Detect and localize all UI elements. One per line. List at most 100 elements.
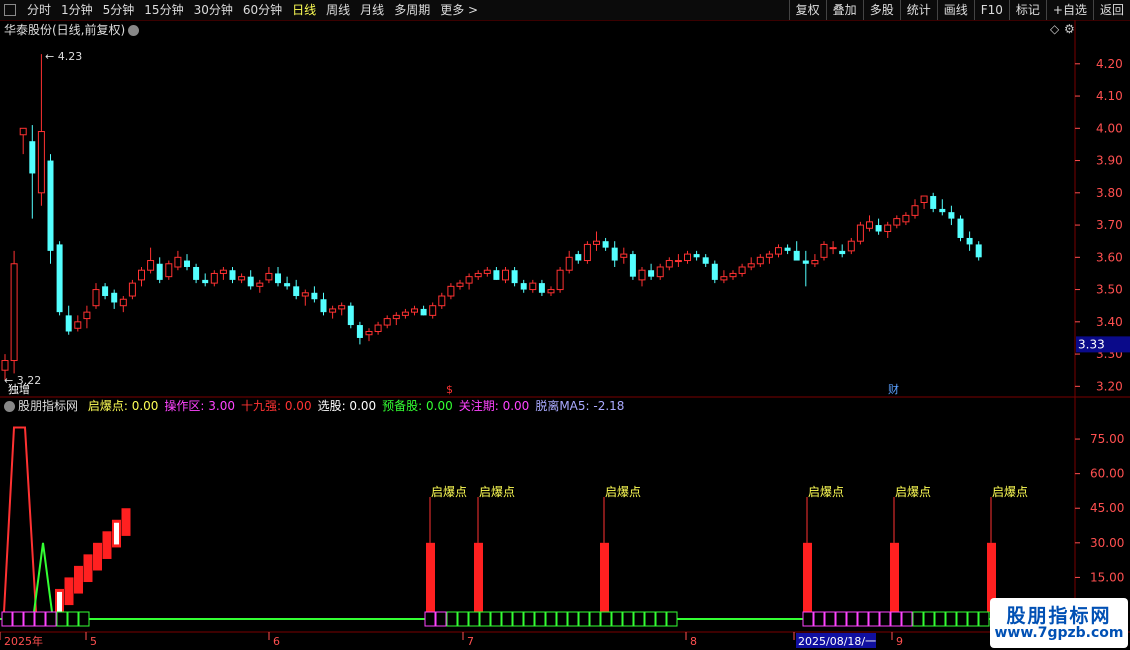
zone-cell-2	[23, 611, 35, 627]
candle-body-49	[447, 285, 455, 297]
signal-label-5: 启爆点	[992, 485, 1028, 499]
watermark-url: www.7gpzb.com	[994, 625, 1124, 641]
candle-body-31	[284, 283, 291, 287]
candle-body-10	[92, 289, 100, 307]
candle-body-43	[392, 314, 400, 320]
signal-bar-1	[474, 542, 483, 612]
zone-cell-4	[45, 611, 57, 627]
candle-body-93	[847, 240, 855, 252]
candle-body-50	[456, 282, 464, 287]
candle-body-37	[338, 305, 346, 310]
candle-body-12	[111, 292, 118, 303]
candle-body-67	[611, 247, 618, 261]
candle-body-62	[565, 256, 573, 271]
candle-body-52	[474, 272, 482, 278]
zone-cell-0	[1, 611, 13, 627]
signal-bar-2	[600, 542, 609, 612]
price-tick-label-8: 3.40	[1096, 315, 1123, 329]
watermark: 股朋指标网 www.7gpzb.com	[990, 598, 1128, 648]
stair-bar-2	[74, 565, 83, 594]
candle-body-28	[256, 282, 264, 287]
candle-body-59	[538, 283, 545, 293]
candle-body-98	[893, 218, 901, 226]
candle-body-33	[301, 292, 309, 297]
zone-cell-31	[802, 611, 814, 627]
zone-cell-33	[824, 611, 836, 627]
zone-cell-45	[956, 611, 968, 627]
candle-body-87	[793, 250, 800, 261]
candle-body-71	[648, 270, 655, 277]
zone-cell-16	[512, 611, 524, 627]
candle-body-57	[520, 283, 527, 290]
candle-body-1	[10, 263, 18, 362]
price-tick-label-3: 3.90	[1096, 154, 1123, 168]
candle-body-6	[56, 244, 63, 313]
zone-cell-8	[424, 611, 436, 627]
zone-cell-38	[879, 611, 891, 627]
ind-tick-label-3: 30.00	[1090, 536, 1124, 550]
candle-body-0	[1, 360, 9, 371]
candle-body-32	[293, 286, 300, 297]
candle-body-34	[311, 292, 318, 300]
ind-tick-label-0: 75.00	[1090, 432, 1124, 446]
candle-body-88	[802, 260, 809, 264]
candle-body-107	[975, 244, 982, 258]
candle-body-35	[320, 299, 327, 313]
zone-cell-15	[501, 611, 513, 627]
candle-body-44	[401, 311, 409, 316]
candle-body-3	[29, 141, 36, 174]
candle-body-22	[202, 279, 209, 284]
candle-body-89	[811, 260, 819, 265]
candle-body-25	[229, 270, 236, 280]
stair-bar-3	[83, 554, 93, 583]
date-label-5: 2025/08/18/一	[798, 635, 876, 648]
zone-cell-32	[813, 611, 825, 627]
candle-body-36	[329, 308, 337, 313]
candle-body-19	[174, 256, 182, 268]
candle-body-69	[629, 254, 636, 277]
candle-body-75	[684, 253, 691, 262]
candle-body-91	[829, 247, 837, 250]
zone-cell-17	[523, 611, 535, 627]
zone-cell-22	[578, 611, 590, 627]
candle-body-64	[583, 243, 591, 262]
candle-body-24	[219, 269, 227, 274]
zone-cell-28	[644, 611, 656, 627]
chart-area[interactable]: ◇ ⚙ 4.20 4.10 4.00 3.90 3.80 3.70 3.60 3.50 3.40 3.…	[0, 0, 1130, 650]
ind-tick-label-4: 15.00	[1090, 570, 1124, 584]
candle-body-97	[884, 224, 892, 233]
candle-body-7	[65, 315, 72, 332]
zone-cell-25	[611, 611, 623, 627]
ind-tick-label-2: 45.00	[1090, 501, 1124, 515]
candle-body-16	[147, 260, 155, 271]
signal-bar-3	[803, 542, 812, 612]
event-marker-2: 财	[888, 382, 899, 396]
candle-body-30	[275, 273, 281, 284]
candle-body-61	[556, 269, 564, 291]
signal-bar-4	[890, 542, 899, 612]
stair-highlight-0	[57, 591, 62, 614]
date-label-6: 9	[896, 635, 903, 648]
zone-cell-7	[78, 611, 90, 627]
zone-cell-46	[967, 611, 979, 627]
candle-body-11	[102, 286, 109, 297]
candle-body-94	[856, 224, 864, 242]
candle-body-17	[156, 263, 163, 280]
candle-body-104	[948, 212, 955, 219]
candle-body-9	[83, 311, 91, 320]
candle-body-68	[620, 253, 628, 258]
price-tick-label-6: 3.60	[1096, 250, 1123, 264]
candle-body-14	[128, 282, 136, 297]
candle-body-85	[775, 247, 782, 255]
current-price-label: 3.33	[1078, 337, 1105, 351]
early-peak-green	[33, 542, 53, 613]
zone-cell-27	[633, 611, 645, 627]
date-label-0: 2025年	[4, 634, 43, 648]
candle-body-42	[383, 318, 391, 326]
candle-body-21	[193, 266, 200, 280]
zone-cell-21	[567, 611, 579, 627]
price-tick-label-5: 3.70	[1096, 218, 1123, 232]
candle-body-77	[702, 257, 709, 264]
price-tick-label-0: 4.20	[1096, 57, 1123, 71]
stair-bar-4	[93, 542, 102, 571]
